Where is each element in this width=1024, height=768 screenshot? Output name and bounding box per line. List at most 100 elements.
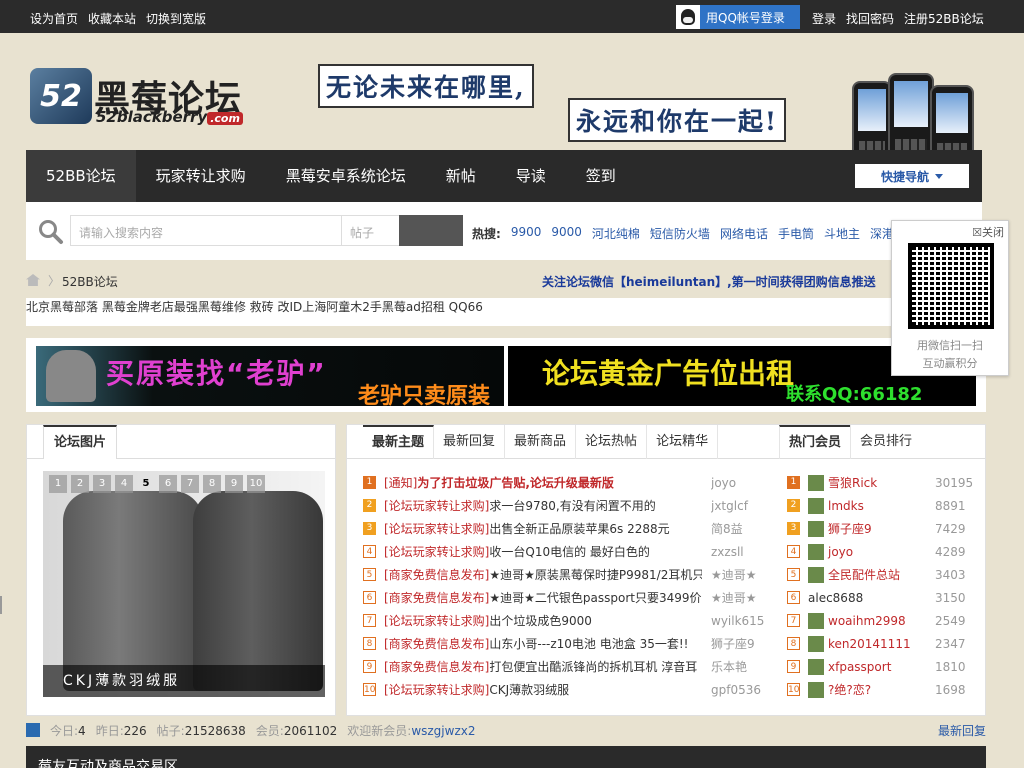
page-3[interactable]: 3: [93, 475, 111, 493]
hot-item[interactable]: 9900: [511, 225, 542, 242]
thread-row[interactable]: 10 [论坛玩家转让求购]CKJ薄款羽绒服 gpf0536: [363, 678, 763, 701]
avatar[interactable]: [808, 635, 824, 652]
thread-author[interactable]: ★迪哥★: [711, 589, 767, 606]
breadcrumb-current[interactable]: 52BB论坛: [62, 273, 118, 290]
tab-latest-replies[interactable]: 最新回复: [434, 425, 506, 459]
hot-item[interactable]: 手电筒: [778, 225, 814, 242]
slide-image[interactable]: 1 2 3 4 5 6 7 8 9 10 CKJ薄款羽绒服: [43, 471, 325, 697]
hot-item[interactable]: 短信防火墙: [650, 225, 710, 242]
home-icon[interactable]: [26, 274, 40, 286]
thread-title[interactable]: [论坛玩家转让求购]CKJ薄款羽绒服: [384, 681, 702, 698]
page-10[interactable]: 10: [247, 475, 265, 493]
thread-author[interactable]: 乐本艳: [711, 658, 767, 675]
page-9[interactable]: 9: [225, 475, 243, 493]
member-name[interactable]: ken20141111: [828, 637, 911, 651]
hot-item[interactable]: 河北纯棉: [592, 225, 640, 242]
thread-title[interactable]: [商家免费信息发布]★迪哥★二代银色passport只要3499价: [384, 589, 702, 606]
search-type-select[interactable]: 帖子: [342, 215, 400, 246]
member-row[interactable]: 7 woaihm2998 2549: [787, 609, 977, 632]
login-link[interactable]: 登录: [812, 10, 836, 27]
page-1[interactable]: 1: [49, 475, 67, 493]
search-input[interactable]: 请输入搜索内容: [70, 215, 342, 246]
text-ad[interactable]: ad招租 QQ66: [406, 298, 483, 326]
member-name[interactable]: xfpassport: [828, 660, 891, 674]
switch-wide-link[interactable]: 切换到宽版: [146, 10, 206, 27]
tab-digest[interactable]: 论坛精华: [647, 425, 719, 459]
thread-author[interactable]: jxtglcf: [711, 499, 767, 513]
nav-guide[interactable]: 导读: [496, 150, 566, 202]
thread-author[interactable]: zxzsll: [711, 545, 767, 559]
member-row[interactable]: 4 joyo 4289: [787, 540, 977, 563]
member-row[interactable]: 8 ken20141111 2347: [787, 632, 977, 655]
latest-reply-link[interactable]: 最新回复: [938, 722, 986, 739]
text-ad[interactable]: 最强黑莓维修 救砖 改ID: [174, 298, 302, 326]
thread-title[interactable]: [商家免费信息发布]打包便宜出酷派锋尚的拆机耳机 淳音耳: [384, 658, 702, 675]
thread-title[interactable]: [论坛玩家转让求购]求一台9780,有没有闲置不用的: [384, 497, 702, 514]
banner-laolv[interactable]: 买原装找“老驴” 老驴只卖原装: [36, 346, 504, 409]
register-link[interactable]: 注册52BB论坛: [904, 10, 984, 27]
thread-row[interactable]: 5 [商家免费信息发布]★迪哥★原装黑莓保时捷P9981/2耳机只 ★迪哥★: [363, 563, 763, 586]
avatar[interactable]: [808, 520, 824, 537]
member-row[interactable]: 9 xfpassport 1810: [787, 655, 977, 678]
search-button[interactable]: [399, 215, 463, 246]
thread-row[interactable]: 3 [论坛玩家转让求购]出售全新正品原装苹果6s 2288元 简8益: [363, 517, 763, 540]
thread-title[interactable]: [论坛玩家转让求购]出售全新正品原装苹果6s 2288元: [384, 520, 702, 537]
section-title[interactable]: 莓友互动及商品交易区: [38, 759, 178, 768]
tab-latest-goods[interactable]: 最新商品: [505, 425, 577, 459]
thread-row[interactable]: 8 [商家免费信息发布]山东小哥---z10电池 电池盒 35一套!! 狮子座9: [363, 632, 763, 655]
member-row[interactable]: 2 lmdks 8891: [787, 494, 977, 517]
quick-nav-button[interactable]: 快捷导航: [855, 164, 969, 188]
thread-row[interactable]: 9 [商家免费信息发布]打包便宜出酷派锋尚的拆机耳机 淳音耳 乐本艳: [363, 655, 763, 678]
tab-forum-pictures[interactable]: 论坛图片: [43, 425, 118, 459]
nav-checkin[interactable]: 签到: [566, 150, 636, 202]
member-name[interactable]: 狮子座9: [828, 520, 872, 537]
avatar[interactable]: [808, 612, 824, 629]
avatar[interactable]: [808, 543, 824, 560]
hot-item[interactable]: 斗地主: [824, 225, 860, 242]
page-2[interactable]: 2: [71, 475, 89, 493]
set-homepage-link[interactable]: 设为首页: [30, 10, 78, 27]
thread-author[interactable]: 简8益: [711, 520, 767, 537]
tab-hot-threads[interactable]: 论坛热帖: [576, 425, 648, 459]
member-name[interactable]: lmdks: [828, 499, 864, 513]
thread-row[interactable]: 4 [论坛玩家转让求购]收一台Q10电信的 最好白色的 zxzsll: [363, 540, 763, 563]
forgot-password-link[interactable]: 找回密码: [846, 10, 894, 27]
hot-item[interactable]: 网络电话: [720, 225, 768, 242]
thread-author[interactable]: gpf0536: [711, 683, 767, 697]
hot-item[interactable]: 9000: [551, 225, 582, 242]
member-name[interactable]: joyo: [828, 545, 853, 559]
page-6[interactable]: 6: [159, 475, 177, 493]
nav-52bb[interactable]: 52BB论坛: [26, 150, 136, 202]
avatar[interactable]: [808, 658, 824, 675]
thread-author[interactable]: joyo: [711, 476, 767, 490]
nav-new-posts[interactable]: 新帖: [426, 150, 496, 202]
page-7[interactable]: 7: [181, 475, 199, 493]
thread-author[interactable]: wyilk615: [711, 614, 767, 628]
thread-author[interactable]: ★迪哥★: [711, 566, 767, 583]
tab-member-rank[interactable]: 会员排行: [850, 425, 921, 459]
qq-login-button[interactable]: 用QQ帐号登录: [676, 5, 800, 29]
page-8[interactable]: 8: [203, 475, 221, 493]
avatar[interactable]: [808, 497, 824, 514]
thread-row[interactable]: 7 [论坛玩家转让求购]出个垃圾成色9000 wyilk615: [363, 609, 764, 632]
avatar[interactable]: [808, 566, 824, 583]
member-row[interactable]: 1 雪狼Rick 30195: [787, 471, 977, 494]
bookmark-link[interactable]: 收藏本站: [88, 10, 136, 27]
thread-title[interactable]: [商家免费信息发布]山东小哥---z10电池 电池盒 35一套!!: [384, 635, 702, 652]
thread-row[interactable]: 2 [论坛玩家转让求购]求一台9780,有没有闲置不用的 jxtglcf: [363, 494, 763, 517]
page-4[interactable]: 4: [115, 475, 133, 493]
page-5[interactable]: 5: [137, 475, 155, 493]
member-row[interactable]: 6 alec8688 3150: [787, 586, 977, 609]
thread-title[interactable]: [论坛玩家转让求购]收一台Q10电信的 最好白色的: [384, 543, 702, 560]
site-logo[interactable]: 52 黑莓论坛 52blackberry .com: [30, 68, 252, 126]
new-member-link[interactable]: wszgjwzx2: [411, 724, 475, 738]
tab-hot-members[interactable]: 热门会员: [779, 425, 851, 459]
thread-title[interactable]: [论坛玩家转让求购]出个垃圾成色9000: [384, 612, 702, 629]
member-name[interactable]: 全民配件总站: [828, 566, 900, 583]
thread-title[interactable]: [商家免费信息发布]★迪哥★原装黑莓保时捷P9981/2耳机只: [384, 566, 702, 583]
member-name[interactable]: ?绝?恋?: [828, 681, 871, 698]
qr-close-button[interactable]: ☒关闭: [972, 224, 1004, 240]
thread-row[interactable]: 6 [商家免费信息发布]★迪哥★二代银色passport只要3499价 ★迪哥★: [363, 586, 763, 609]
thread-author[interactable]: 狮子座9: [711, 635, 767, 652]
avatar[interactable]: [808, 681, 824, 698]
